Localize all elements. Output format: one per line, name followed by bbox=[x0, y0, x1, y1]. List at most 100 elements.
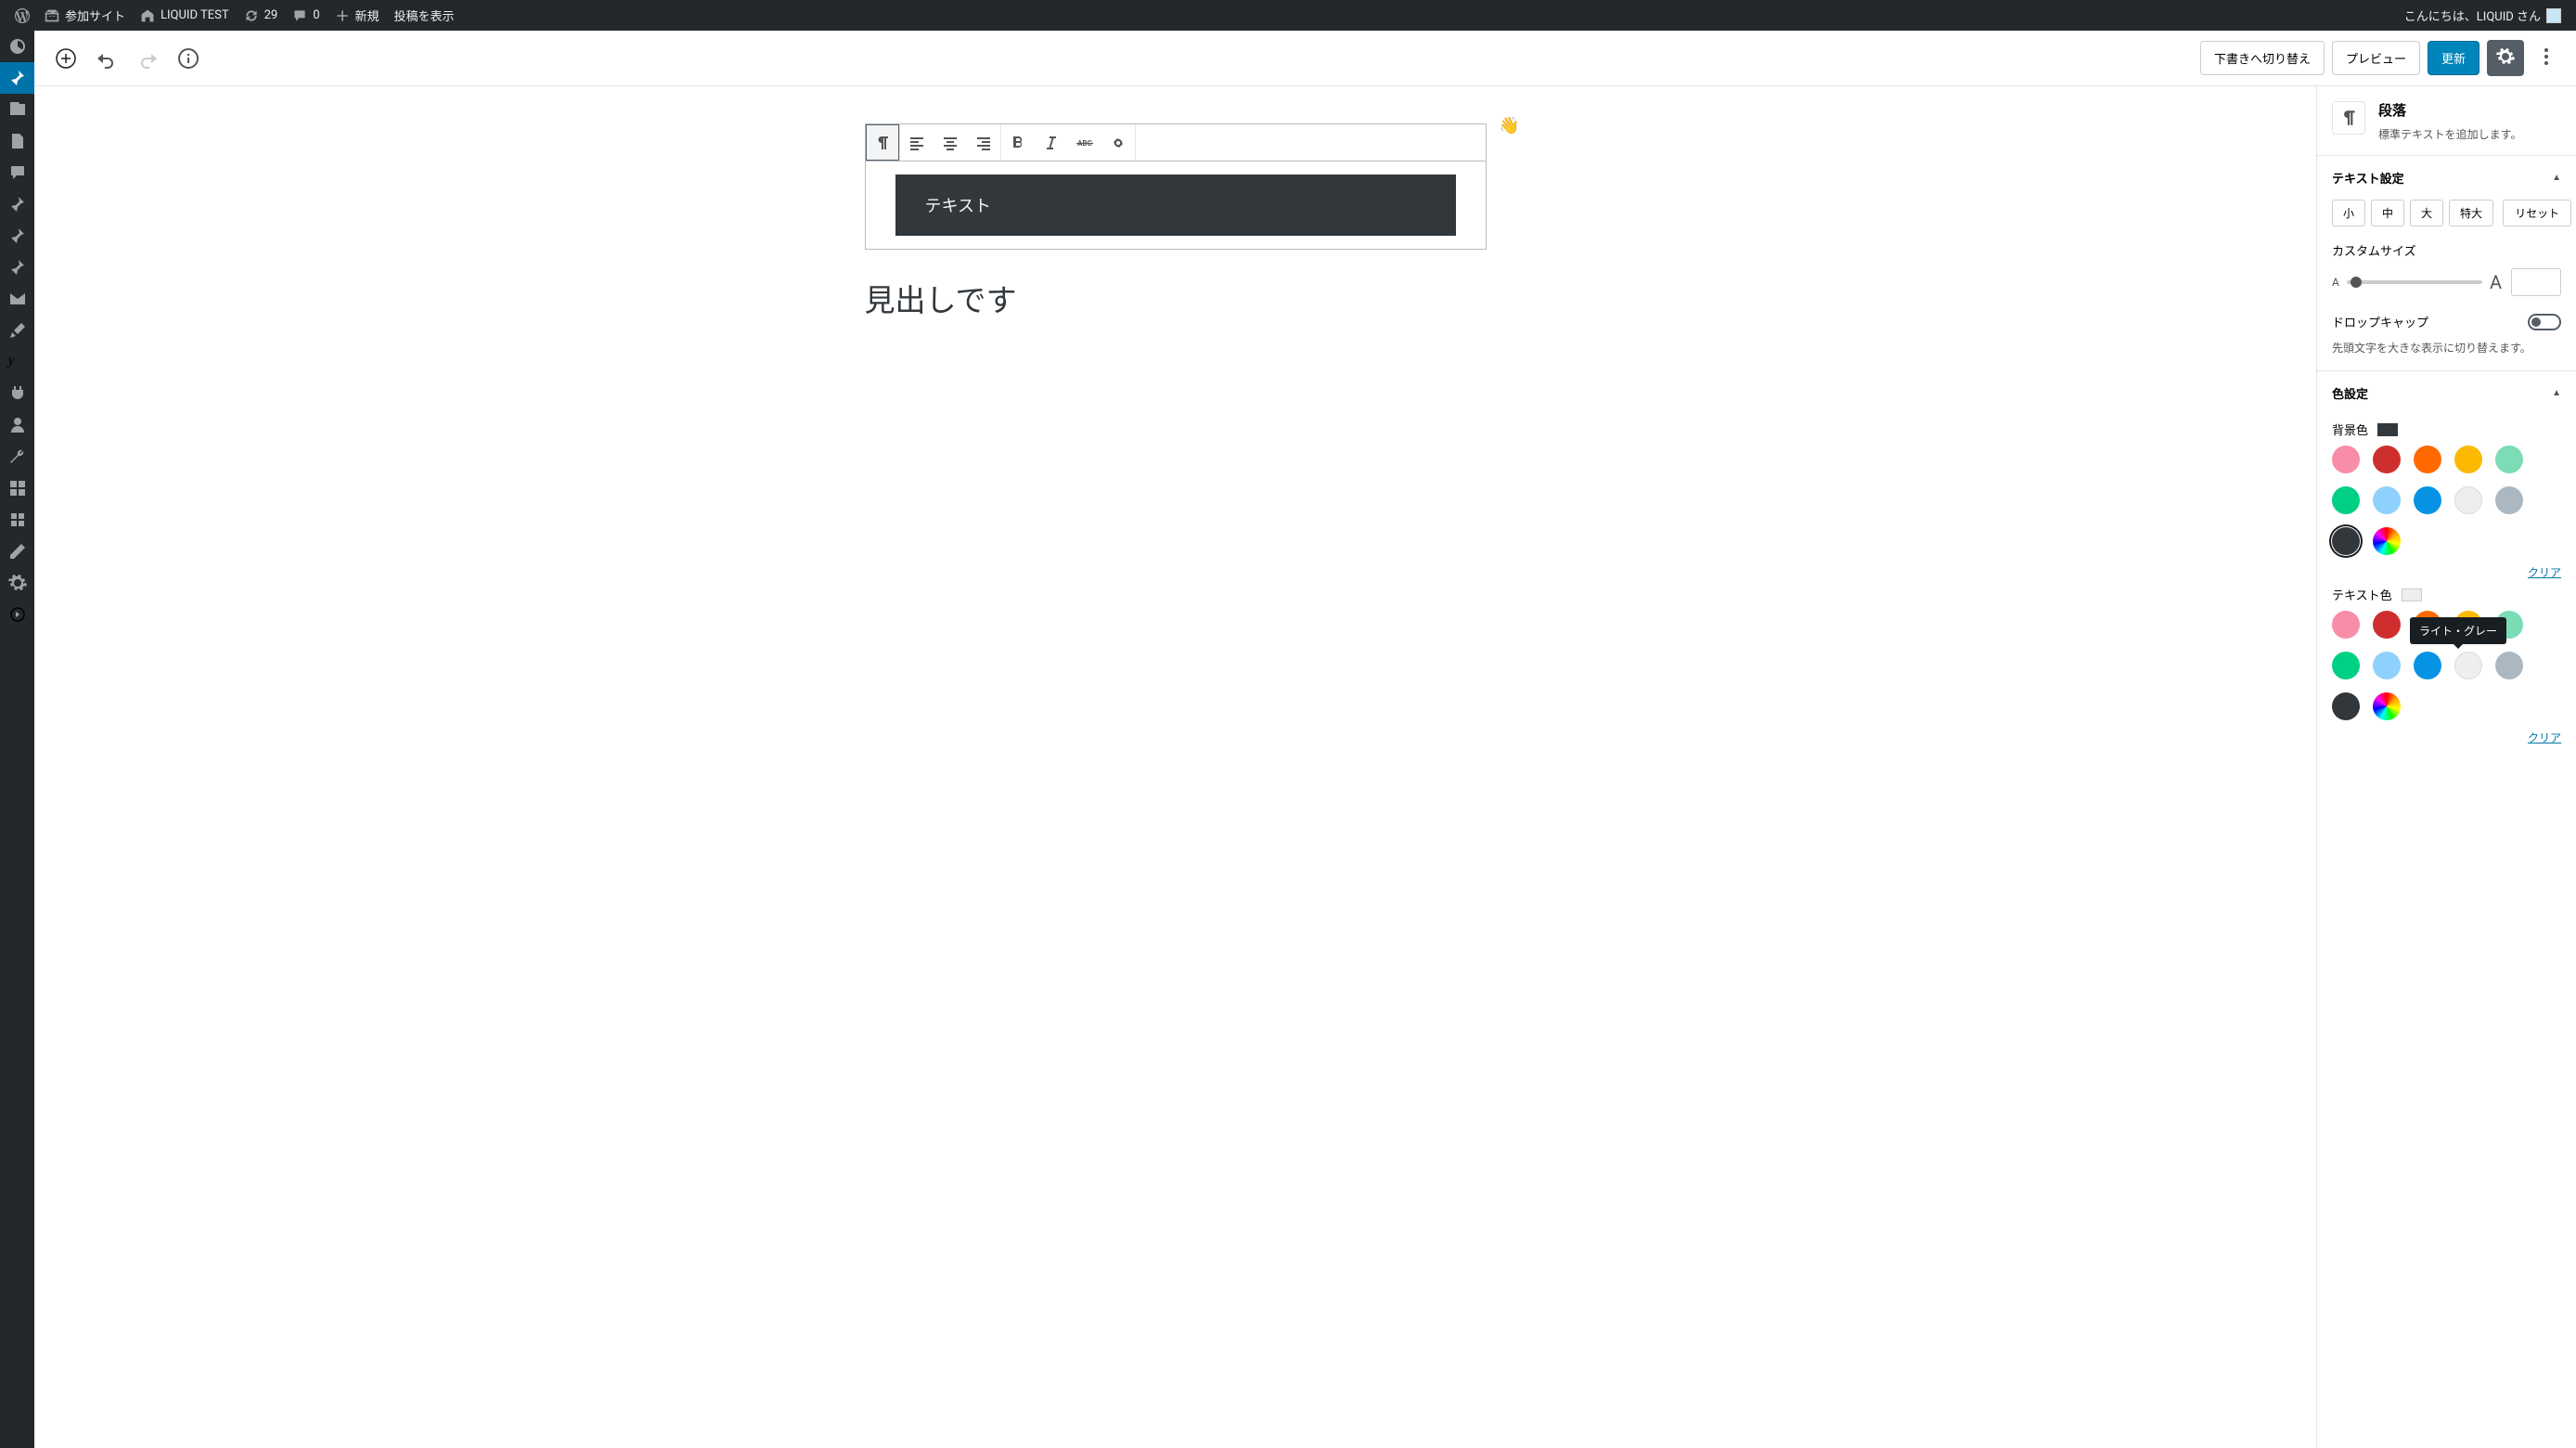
link-icon bbox=[1109, 134, 1127, 152]
color-swatch[interactable]: ライト・グレー bbox=[2454, 652, 2482, 679]
my-sites[interactable]: 参加サイト bbox=[37, 0, 133, 31]
block-type-button[interactable] bbox=[866, 124, 899, 161]
italic-button[interactable] bbox=[1035, 124, 1068, 161]
sidebar-users[interactable] bbox=[0, 409, 34, 441]
size-preset-button[interactable]: 小 bbox=[2332, 200, 2365, 226]
bold-button[interactable] bbox=[1001, 124, 1035, 161]
caret-up-icon: ▲ bbox=[2552, 388, 2561, 398]
comments[interactable]: 0 bbox=[285, 0, 327, 31]
color-swatch[interactable] bbox=[2373, 611, 2401, 639]
undo-button[interactable] bbox=[90, 42, 123, 75]
plug-icon bbox=[8, 384, 27, 403]
color-swatch[interactable] bbox=[2373, 527, 2401, 555]
align-right-button[interactable] bbox=[967, 124, 1000, 161]
color-swatch[interactable] bbox=[2414, 486, 2441, 514]
heading-block[interactable]: 見出しです bbox=[865, 276, 1487, 320]
text-settings-toggle[interactable]: テキスト設定 ▲ bbox=[2317, 156, 2576, 200]
sidebar-comments[interactable] bbox=[0, 157, 34, 188]
sidebar-custom-6[interactable] bbox=[0, 536, 34, 567]
paragraph-text[interactable]: テキスト bbox=[895, 175, 1456, 236]
sidebar-collapse[interactable] bbox=[0, 599, 34, 630]
sidebar-dashboard[interactable] bbox=[0, 31, 34, 62]
redo-button[interactable] bbox=[131, 42, 164, 75]
dropcap-desc: 先頭文字を大きな表示に切り替えます。 bbox=[2332, 340, 2561, 356]
bg-clear-link[interactable]: クリア bbox=[2332, 564, 2561, 580]
new-content[interactable]: 新規 bbox=[328, 0, 387, 31]
strikethrough-button[interactable]: ABC bbox=[1068, 124, 1101, 161]
size-preset-button[interactable]: 特大 bbox=[2449, 200, 2493, 226]
sidebar-pages[interactable] bbox=[0, 125, 34, 157]
sidebar-custom-3[interactable] bbox=[0, 252, 34, 283]
color-swatch[interactable] bbox=[2495, 446, 2523, 473]
size-preset-button[interactable]: 大 bbox=[2410, 200, 2443, 226]
color-swatch[interactable] bbox=[2454, 486, 2482, 514]
comments-count: 0 bbox=[313, 8, 319, 22]
color-swatch[interactable] bbox=[2495, 486, 2523, 514]
color-swatch[interactable] bbox=[2454, 446, 2482, 473]
color-swatch[interactable] bbox=[2332, 446, 2360, 473]
media-icon bbox=[8, 100, 27, 119]
link-button[interactable] bbox=[1101, 124, 1135, 161]
color-swatch[interactable] bbox=[2332, 692, 2360, 720]
add-block-button[interactable] bbox=[49, 42, 83, 75]
collapse-icon bbox=[8, 605, 27, 624]
view-post[interactable]: 投稿を表示 bbox=[387, 0, 462, 31]
site-name-label: LIQUID TEST bbox=[161, 8, 229, 22]
align-left-button[interactable] bbox=[900, 124, 934, 161]
editor-header: 下書きへ切り替え プレビュー 更新 bbox=[34, 31, 2576, 86]
align-center-button[interactable] bbox=[934, 124, 967, 161]
size-reset-button[interactable]: リセット bbox=[2503, 200, 2571, 226]
font-size-input[interactable] bbox=[2511, 268, 2561, 296]
undo-icon bbox=[96, 47, 118, 70]
font-size-slider[interactable] bbox=[2347, 280, 2482, 284]
updates[interactable]: 29 bbox=[237, 0, 286, 31]
plus-circle-icon bbox=[55, 47, 77, 70]
my-sites-label: 参加サイト bbox=[65, 6, 125, 24]
color-swatch[interactable] bbox=[2414, 446, 2441, 473]
color-swatch[interactable] bbox=[2332, 527, 2360, 555]
sidebar-settings[interactable] bbox=[0, 567, 34, 599]
size-preset-button[interactable]: 中 bbox=[2371, 200, 2404, 226]
sidebar-custom-4[interactable] bbox=[0, 472, 34, 504]
color-swatch[interactable] bbox=[2373, 446, 2401, 473]
site-name[interactable]: LIQUID TEST bbox=[133, 0, 237, 31]
text-clear-link[interactable]: クリア bbox=[2332, 730, 2561, 745]
color-swatch[interactable] bbox=[2332, 652, 2360, 679]
color-swatch[interactable] bbox=[2373, 652, 2401, 679]
color-settings-toggle[interactable]: 色設定 ▲ bbox=[2317, 371, 2576, 415]
sidebar-mail[interactable] bbox=[0, 283, 34, 315]
sidebar-tools[interactable] bbox=[0, 441, 34, 472]
pin-icon bbox=[8, 69, 27, 87]
switch-to-draft-button[interactable]: 下書きへ切り替え bbox=[2200, 41, 2325, 75]
more-options-button[interactable] bbox=[2531, 42, 2561, 75]
sidebar-custom-5[interactable] bbox=[0, 504, 34, 536]
info-button[interactable] bbox=[172, 42, 205, 75]
font-size-presets: 小中大特大リセット bbox=[2332, 200, 2561, 226]
avatar bbox=[2546, 8, 2561, 23]
update-button[interactable]: 更新 bbox=[2428, 41, 2479, 75]
color-swatch[interactable] bbox=[2414, 652, 2441, 679]
dropcap-toggle[interactable] bbox=[2528, 314, 2561, 330]
color-swatch[interactable] bbox=[2373, 486, 2401, 514]
color-swatch[interactable] bbox=[2373, 692, 2401, 720]
sidebar-yoast[interactable]: y bbox=[0, 346, 34, 378]
sidebar-custom-1[interactable] bbox=[0, 188, 34, 220]
sidebar-appearance[interactable] bbox=[0, 315, 34, 346]
color-swatch[interactable] bbox=[2495, 652, 2523, 679]
color-swatch[interactable] bbox=[2332, 611, 2360, 639]
pilcrow-icon bbox=[2332, 101, 2365, 135]
sidebar-custom-2[interactable] bbox=[0, 220, 34, 252]
greeting-label: こんにちは、LIQUID さん bbox=[2404, 6, 2541, 24]
my-account[interactable]: こんにちは、LIQUID さん bbox=[2397, 0, 2569, 31]
wp-logo[interactable] bbox=[7, 0, 37, 31]
sidebar-plugins[interactable] bbox=[0, 378, 34, 409]
paragraph-block[interactable]: ABC テキスト bbox=[865, 123, 1487, 250]
sidebar-media[interactable] bbox=[0, 94, 34, 125]
color-swatch[interactable] bbox=[2332, 486, 2360, 514]
text-color-swatch bbox=[2402, 588, 2422, 601]
sidebar-posts[interactable] bbox=[0, 62, 34, 94]
settings-toggle-button[interactable] bbox=[2487, 40, 2524, 76]
brush-icon bbox=[8, 321, 27, 340]
preview-button[interactable]: プレビュー bbox=[2332, 41, 2420, 75]
text-settings-section: テキスト設定 ▲ 小中大特大リセット カスタムサイズ A A bbox=[2317, 155, 2576, 370]
